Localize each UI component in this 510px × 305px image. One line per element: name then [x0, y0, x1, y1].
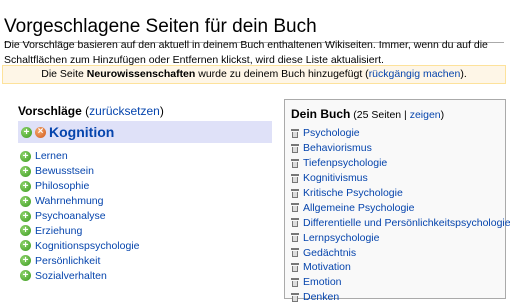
list-item: + Persönlichkeit [20, 253, 272, 268]
list-item: + Psychoanalyse [20, 209, 272, 224]
list-item: + Sozialverhalten [20, 268, 272, 283]
book-page-link[interactable]: Allgemeine Psychologie [303, 202, 414, 214]
suggestion-link[interactable]: Wahrnehmung [35, 195, 103, 207]
list-item: + Wahrnehmung [20, 194, 272, 209]
notice-suffix: ). [460, 68, 467, 80]
add-icon[interactable]: + [20, 240, 31, 252]
book-page-link[interactable]: Differentielle und Persönlichkeitspsycho… [303, 217, 510, 229]
trash-icon[interactable] [291, 262, 299, 272]
suggestions-reset-close: ) [159, 104, 164, 118]
book-page-link[interactable]: Gedächtnis [303, 247, 356, 259]
notice-bar: Die Seite Neurowissenschaften wurde zu d… [2, 65, 506, 84]
suggestion-link[interactable]: Erziehung [35, 225, 82, 237]
add-icon[interactable]: + [20, 150, 31, 162]
add-icon[interactable]: + [20, 195, 31, 207]
trash-icon[interactable] [291, 233, 299, 243]
suggestion-link[interactable]: Philosophie [35, 180, 89, 192]
add-icon[interactable]: + [20, 225, 31, 237]
notice-prefix: Die Seite [41, 68, 87, 80]
list-item: Tiefenpsychologie [291, 156, 505, 171]
book-page-link[interactable]: Emotion [303, 276, 342, 288]
trash-icon[interactable] [291, 158, 299, 168]
suggestion-link[interactable]: Psychoanalyse [35, 210, 106, 222]
trash-icon[interactable] [291, 188, 299, 198]
book-page-link[interactable]: Behaviorismus [303, 142, 372, 154]
list-item: Gedächtnis [291, 245, 505, 260]
book-panel: Dein Buch (25 Seiten | zeigen) Psycholog… [284, 99, 510, 303]
book-page-link[interactable]: Kritische Psychologie [303, 187, 403, 199]
book-list: Psychologie Behaviorismus Tiefenpsycholo… [291, 126, 510, 305]
undo-link[interactable]: rückgängig machen [369, 68, 461, 80]
suggestion-list: + Lernen + Bewusstsein + Philosophie + Wahrn… [20, 149, 272, 283]
list-item: Kritische Psychologie [291, 186, 505, 201]
list-item: + Bewusstsein [20, 164, 272, 179]
book-title: Dein Buch [291, 107, 351, 121]
trash-icon[interactable] [291, 292, 299, 302]
list-item: + Philosophie [20, 179, 272, 194]
intro-text: Die Vorschläge basieren auf den aktuell … [4, 39, 488, 66]
suggestions-panel: Vorschläge (zurücksetzen) + × Kognition … [18, 104, 272, 283]
book-count-close: ) [440, 109, 445, 121]
add-icon[interactable]: + [20, 210, 31, 222]
list-item: Behaviorismus [291, 141, 505, 156]
add-icon[interactable]: + [21, 126, 32, 138]
remove-icon[interactable]: × [35, 126, 46, 138]
list-item: Emotion [291, 275, 505, 290]
list-item: + Kognitionspsychologie [20, 238, 272, 253]
suggestion-link[interactable]: Persönlichkeit [35, 255, 100, 267]
book-page-link[interactable]: Tiefenpsychologie [303, 157, 387, 169]
show-link[interactable]: zeigen [410, 109, 441, 121]
trash-icon[interactable] [291, 203, 299, 213]
suggestions-title: Vorschläge [18, 104, 82, 118]
add-icon[interactable]: + [20, 165, 31, 177]
list-item: Differentielle und Persönlichkeitspsycho… [291, 215, 510, 230]
notice-page-name: Neurowissenschaften [86, 68, 196, 80]
suggestion-link[interactable]: Kognitionspsychologie [35, 240, 140, 252]
trash-icon[interactable] [291, 277, 299, 287]
add-icon[interactable]: + [20, 270, 31, 282]
book-heading: Dein Buch (25 Seiten | zeigen) [291, 107, 505, 122]
trash-icon[interactable] [291, 128, 299, 138]
suggestion-link[interactable]: Bewusstsein [35, 165, 94, 177]
add-icon[interactable]: + [20, 255, 31, 267]
book-page-link[interactable]: Lernpsychologie [303, 232, 379, 244]
list-item: Kognitivismus [291, 171, 505, 186]
suggestions-heading: Vorschläge (zurücksetzen) [18, 104, 272, 118]
book-count: (25 Seiten | [350, 109, 410, 121]
book-page-link[interactable]: Kognitivismus [303, 172, 368, 184]
list-item: + Erziehung [20, 223, 272, 238]
book-page-link[interactable]: Denken [303, 291, 339, 303]
list-item: Denken [291, 290, 505, 305]
list-item: Motivation [291, 260, 505, 275]
book-page-link[interactable]: Motivation [303, 261, 351, 273]
suggestion-link[interactable]: Sozialverhalten [35, 270, 107, 282]
reset-link[interactable]: zurücksetzen [89, 104, 160, 118]
list-item: Allgemeine Psychologie [291, 200, 505, 215]
suggestion-link[interactable]: Lernen [35, 150, 68, 162]
highlighted-suggestion: + × Kognition [18, 121, 272, 143]
trash-icon[interactable] [291, 173, 299, 183]
trash-icon[interactable] [291, 218, 299, 228]
list-item: Psychologie [291, 126, 505, 141]
add-icon[interactable]: + [20, 180, 31, 192]
highlighted-suggestion-link[interactable]: Kognition [49, 124, 114, 140]
book-page-link[interactable]: Psychologie [303, 127, 360, 139]
list-item: + Lernen [20, 149, 272, 164]
trash-icon[interactable] [291, 143, 299, 153]
trash-icon[interactable] [291, 248, 299, 258]
list-item: Lernpsychologie [291, 230, 505, 245]
notice-middle: wurde zu deinem Buch hinzugefügt ( [195, 68, 369, 80]
